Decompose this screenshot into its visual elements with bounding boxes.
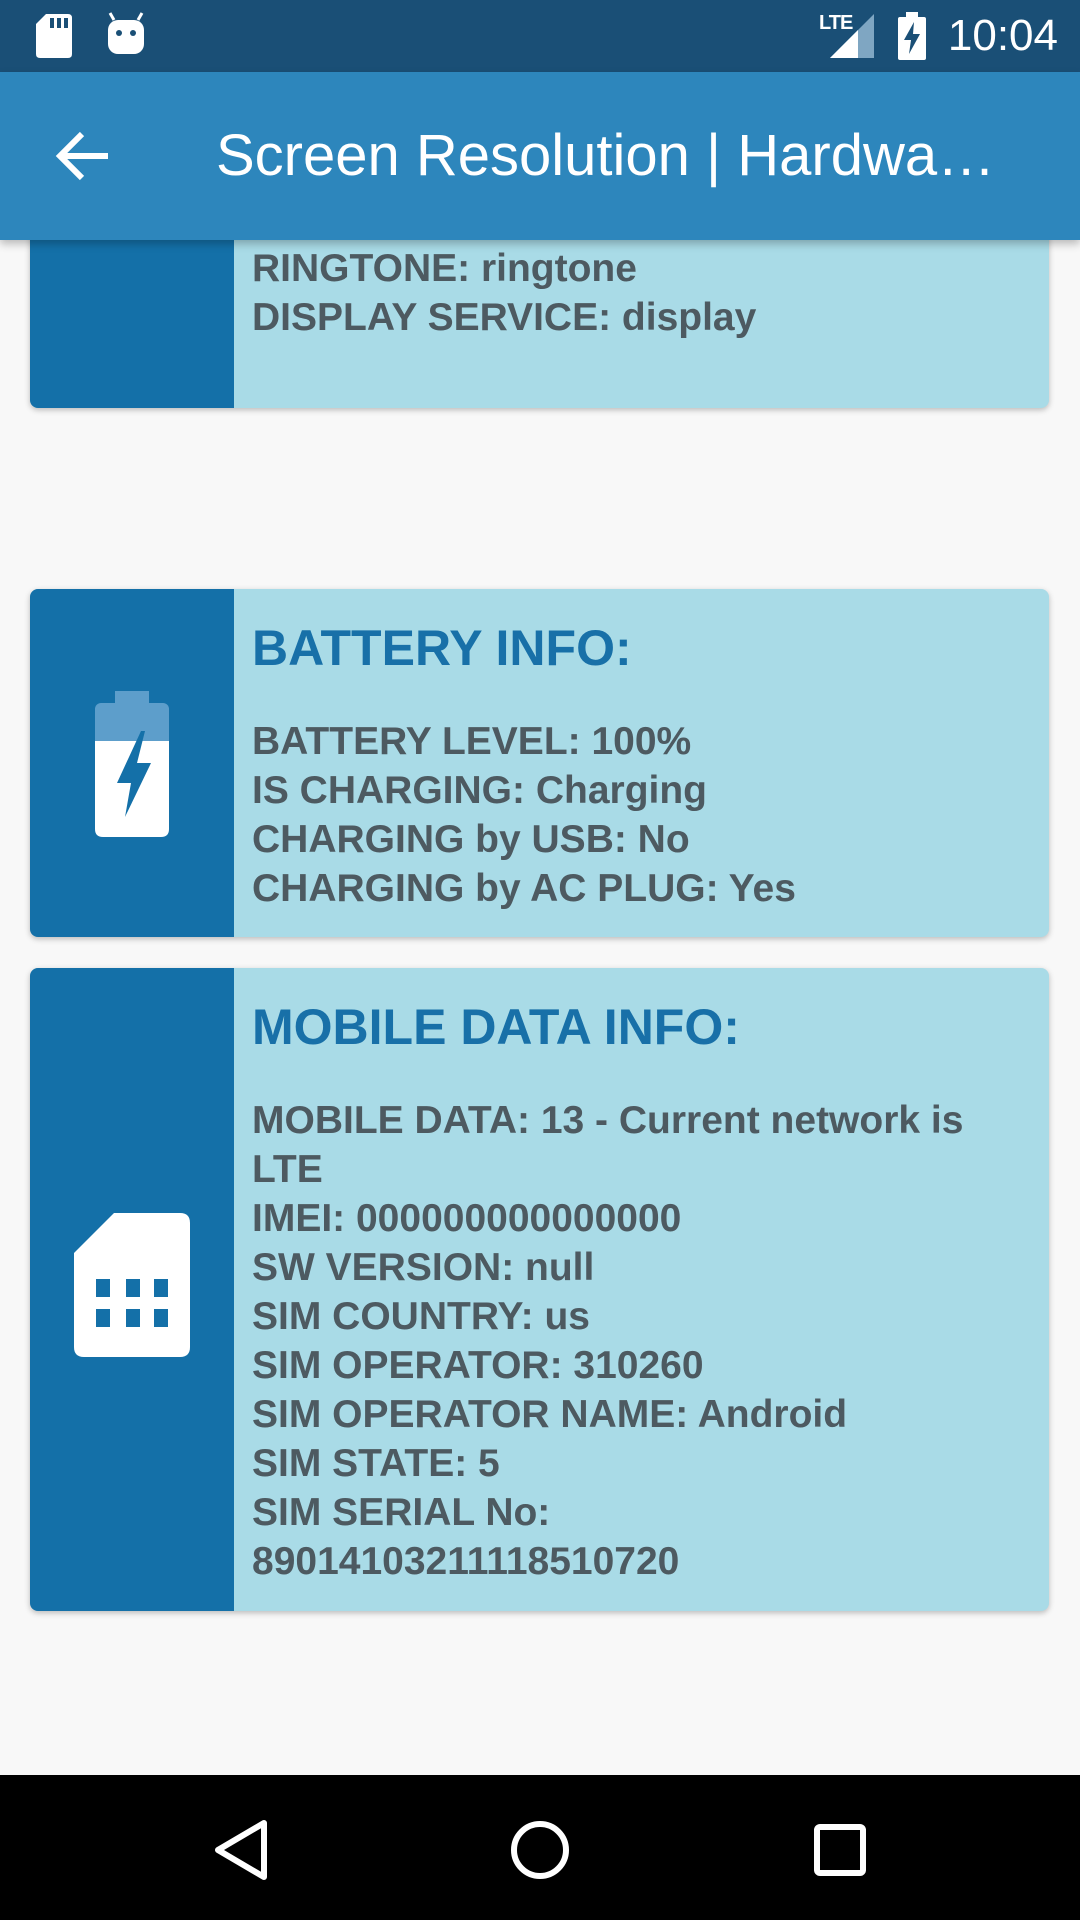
sim-card-icon: [74, 1213, 190, 1357]
arrow-back-icon: [55, 131, 108, 181]
app-bar: Screen Resolution | Hardwa…: [0, 72, 1080, 240]
card-side-panel: [30, 589, 234, 937]
lte-signal-icon: [830, 14, 874, 58]
sw-version-line: SW VERSION: null: [252, 1246, 595, 1289]
info-line-ringtone: RINGTONE: ringtone: [252, 247, 637, 290]
battery-level-line: BATTERY LEVEL: 100%: [252, 720, 692, 763]
is-charging-line: IS CHARGING: Charging: [252, 769, 707, 812]
navigation-bar: [0, 1775, 1080, 1920]
app-title: Screen Resolution | Hardwa…: [216, 124, 996, 188]
card-body: BATTERY INFO: BATTERY LEVEL: 100% IS CHA…: [252, 589, 1029, 913]
recents-square-icon: [814, 1824, 866, 1876]
android-icon: [108, 12, 144, 54]
sim-country-line: SIM COUNTRY: us: [252, 1295, 590, 1338]
home-circle-icon: [511, 1821, 569, 1879]
mobile-data-info-card: MOBILE DATA INFO: MOBILE DATA: 13 - Curr…: [30, 968, 1049, 1611]
back-triangle-icon: [215, 1820, 267, 1880]
battery-info-card: BATTERY INFO: BATTERY LEVEL: 100% IS CHA…: [30, 589, 1049, 937]
card-body: MOBILE DATA INFO: MOBILE DATA: 13 - Curr…: [252, 968, 1029, 1586]
sim-operator-name-line: SIM OPERATOR NAME: Android: [252, 1393, 848, 1436]
sim-serial-line: SIM SERIAL No: 89014103211118510720: [252, 1491, 680, 1583]
nav-recents-button[interactable]: [795, 1805, 885, 1895]
info-line-display-service: DISPLAY SERVICE: display: [252, 296, 757, 339]
charging-usb-line: CHARGING by USB: No: [252, 818, 690, 861]
card-side-panel: [30, 968, 234, 1611]
nav-home-button[interactable]: [495, 1805, 585, 1895]
battery-charging-icon: [95, 691, 169, 837]
mobile-data-line: MOBILE DATA: 13 - Current network is LTE: [252, 1099, 964, 1191]
status-time: 10:04: [947, 11, 1058, 60]
status-bar: LTE 10:04: [0, 0, 1080, 72]
imei-line: IMEI: 000000000000000: [252, 1197, 682, 1240]
sim-state-line: SIM STATE: 5: [252, 1442, 500, 1485]
back-button[interactable]: [40, 118, 128, 194]
card-side-panel: [30, 240, 234, 408]
sim-operator-line: SIM OPERATOR: 310260: [252, 1344, 704, 1387]
card-body: RINGTONE: ringtone DISPLAY SERVICE: disp…: [252, 244, 1029, 342]
battery-charging-icon: [898, 12, 926, 60]
info-card-top: RINGTONE: ringtone DISPLAY SERVICE: disp…: [30, 240, 1049, 408]
sd-card-icon: [36, 14, 72, 58]
content-scroll[interactable]: RINGTONE: ringtone DISPLAY SERVICE: disp…: [0, 240, 1080, 1775]
nav-back-button[interactable]: [196, 1805, 286, 1895]
mobile-data-info-heading: MOBILE DATA INFO:: [252, 999, 740, 1055]
charging-ac-line: CHARGING by AC PLUG: Yes: [252, 867, 796, 910]
battery-info-heading: BATTERY INFO:: [252, 620, 632, 676]
